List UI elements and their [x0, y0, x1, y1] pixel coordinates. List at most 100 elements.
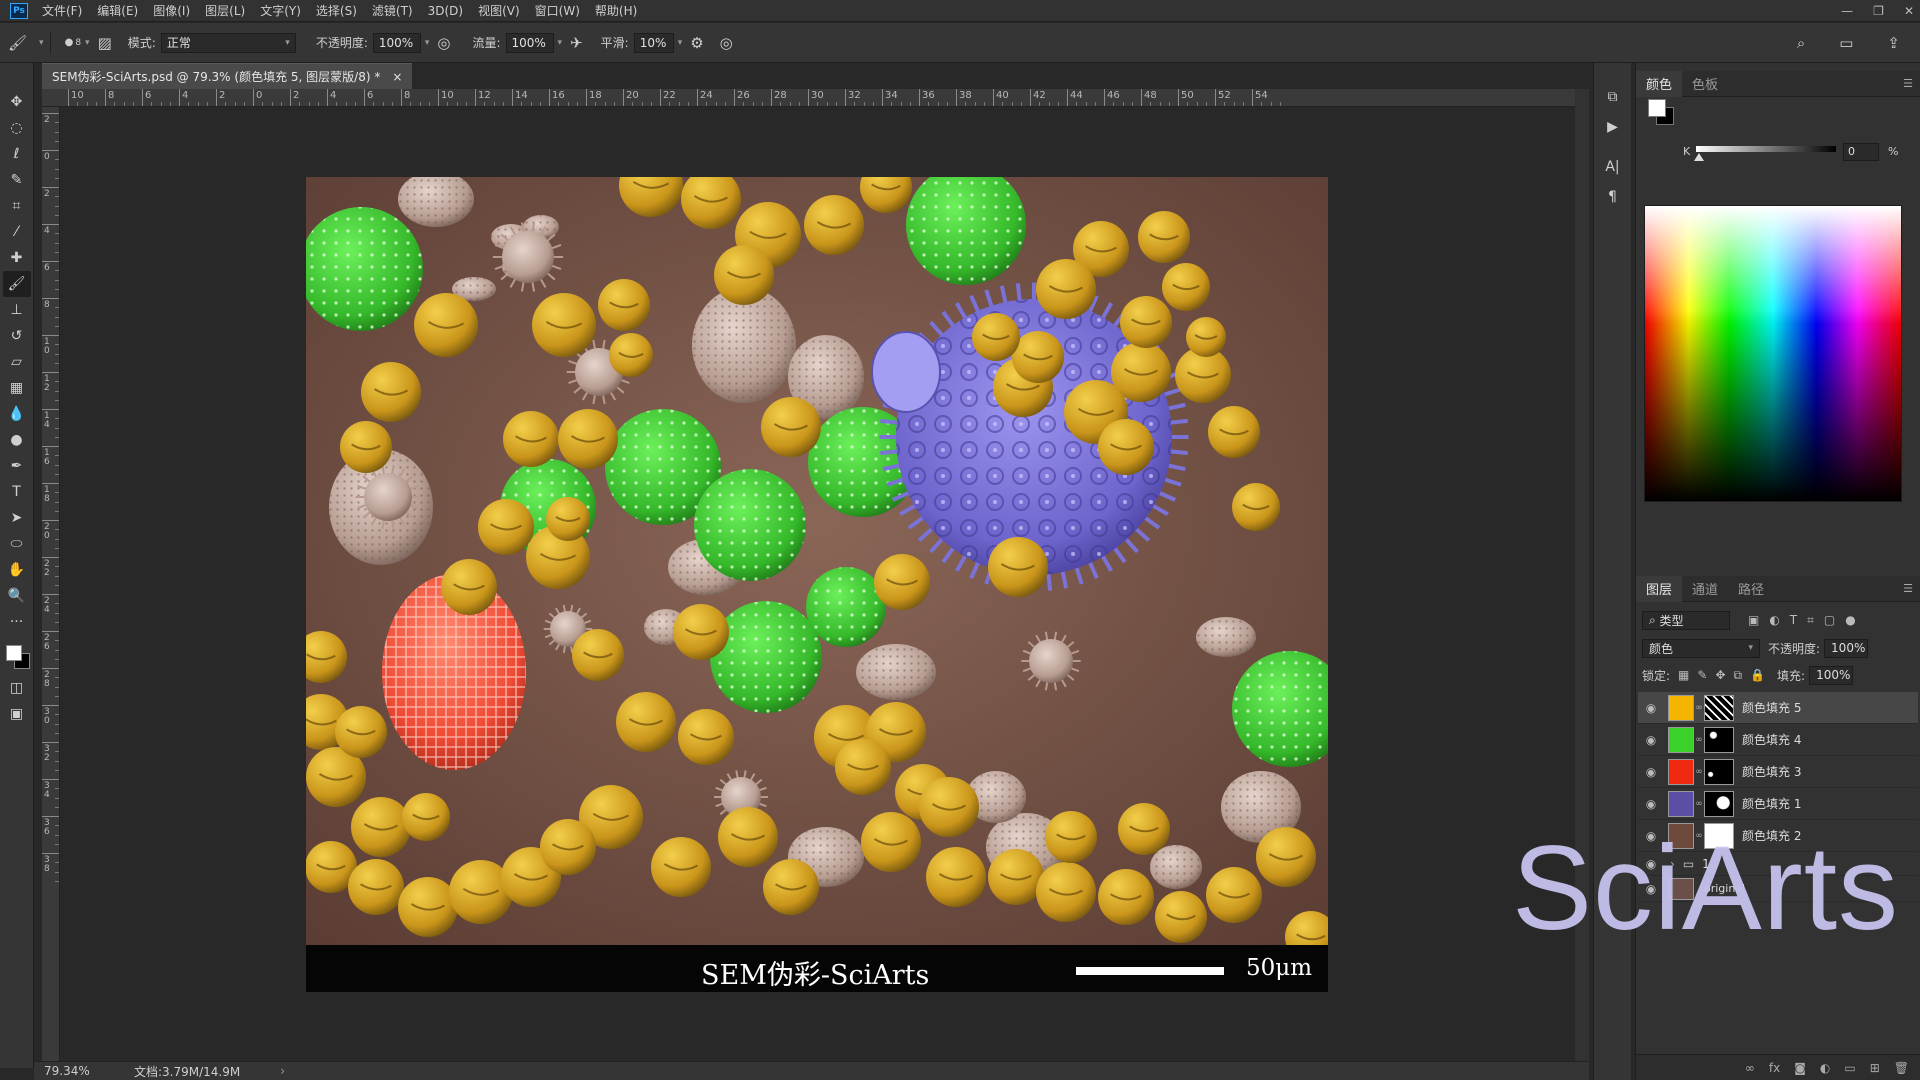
status-menu-chevron-icon[interactable]: › [280, 1064, 285, 1078]
history-panel-icon[interactable]: ⧉ [1601, 85, 1625, 109]
menu-filter[interactable]: 滤镜(T) [372, 2, 413, 19]
character-panel-icon[interactable]: A| [1601, 155, 1625, 179]
layer-color-thumbnail[interactable] [1668, 694, 1694, 721]
zoom-tool-icon[interactable]: 🔍 [3, 583, 31, 609]
layer-color-thumbnail[interactable] [1668, 758, 1694, 785]
path-select-tool-icon[interactable]: ➤ [3, 505, 31, 531]
k-slider-track[interactable] [1696, 146, 1836, 152]
quick-select-tool-icon[interactable]: ✎ [3, 167, 31, 193]
layer-row[interactable]: ◉ ∞ 颜色填充 1 [1638, 788, 1918, 820]
brush-tool-icon[interactable]: 🖌 [2, 271, 31, 297]
crop-tool-icon[interactable]: ⌗ [3, 193, 31, 219]
fill-input[interactable]: 100% [1809, 665, 1854, 685]
document-image[interactable]: SEM伪彩-SciArts 50μm [306, 177, 1328, 992]
smoothing-input[interactable]: 10% [633, 32, 674, 53]
brush-tool-icon[interactable]: 🖌 [8, 34, 27, 52]
menu-image[interactable]: 图像(I) [153, 2, 190, 19]
blur-tool-icon[interactable]: 💧 [3, 401, 31, 427]
menu-help[interactable]: 帮助(H) [595, 2, 637, 19]
more-tools-icon[interactable]: ··· [3, 609, 31, 635]
opacity-caret-icon[interactable]: ▾ [425, 38, 430, 48]
layer-mask-thumbnail[interactable] [1704, 726, 1734, 753]
layer-color-thumbnail[interactable] [1668, 790, 1694, 817]
layer-opacity-input[interactable]: 100% [1824, 638, 1869, 658]
menu-window[interactable]: 窗口(W) [535, 2, 580, 19]
menu-layer[interactable]: 图层(L) [205, 2, 245, 19]
layer-mask-thumbnail[interactable] [1704, 790, 1734, 817]
lasso-tool-icon[interactable]: ℓ [3, 141, 31, 167]
layer-name[interactable]: 颜色填充 3 [1742, 763, 1801, 780]
layer-style-fx-icon[interactable]: fx [1769, 1061, 1780, 1075]
visibility-eye-icon[interactable]: ◉ [1638, 797, 1664, 811]
history-brush-tool-icon[interactable]: ↺ [3, 323, 31, 349]
marquee-tool-icon[interactable]: ◌ [3, 115, 31, 141]
mask-link-icon[interactable]: ∞ [1694, 799, 1704, 809]
layer-name[interactable]: 颜色填充 4 [1742, 731, 1801, 748]
new-layer-icon[interactable]: ⊞ [1870, 1061, 1880, 1075]
zoom-level[interactable]: 79.34% [44, 1064, 114, 1078]
tool-preset-caret-icon[interactable]: ▾ [39, 38, 44, 48]
shape-tool-icon[interactable]: ⬭ [3, 531, 31, 557]
tab-swatches[interactable]: 色板 [1682, 71, 1728, 97]
filter-kind-icons[interactable]: ▣◐T⌗▢● [1748, 613, 1866, 628]
dodge-tool-icon[interactable]: ● [3, 427, 31, 453]
layer-row[interactable]: ◉ ∞ 颜色填充 3 [1638, 756, 1918, 788]
layer-row[interactable]: ◉ ∞ 颜色填充 5 [1638, 692, 1918, 724]
panel-foreground-swatch[interactable] [1648, 99, 1666, 117]
gradient-tool-icon[interactable]: ▦ [3, 375, 31, 401]
foreground-color-swatch[interactable] [5, 645, 22, 661]
close-tab-icon[interactable]: × [392, 70, 402, 84]
visibility-eye-icon[interactable]: ◉ [1638, 701, 1664, 715]
mask-link-icon[interactable]: ∞ [1694, 767, 1704, 777]
share-icon[interactable]: ⇪ [1887, 34, 1900, 52]
pen-tool-icon[interactable]: ✒ [3, 453, 31, 479]
vertical-ruler[interactable]: 2 0 2 4 6 8 10 12 14 16 18 20 22 24 26 28 30 32 34 36 38 [42, 107, 60, 1061]
menu-type[interactable]: 文字(Y) [260, 2, 301, 19]
visibility-eye-icon[interactable]: ◉ [1638, 733, 1664, 747]
k-value-input[interactable]: 0 [1843, 143, 1879, 161]
move-tool-icon[interactable]: ✥ [3, 89, 31, 115]
canvas-area[interactable]: SEM伪彩-SciArts 50μm [60, 107, 1575, 1061]
tab-color[interactable]: 颜色 [1636, 70, 1683, 97]
color-spectrum[interactable] [1644, 205, 1902, 502]
menu-file[interactable]: 文件(F) [42, 2, 82, 19]
document-tab[interactable]: SEM伪彩-SciArts.psd @ 79.3% (颜色填充 5, 图层蒙版/… [42, 63, 413, 89]
horizontal-ruler[interactable]: 10 8 6 4 2 0 2 4 6 8 10 12 14 16 18 20 22 24 26 28 30 32 34 36 3… [42, 89, 1575, 107]
actions-play-icon[interactable]: ▶ [1601, 115, 1625, 139]
hand-tool-icon[interactable]: ✋ [3, 557, 31, 583]
clone-stamp-tool-icon[interactable]: ⊥ [3, 297, 31, 323]
lock-icons[interactable]: ▦✎✥⧉🔒 [1678, 668, 1773, 683]
menu-edit[interactable]: 编辑(E) [97, 2, 138, 19]
restore-icon[interactable]: ❐ [1873, 4, 1884, 18]
pressure-size-icon[interactable]: ◎ [720, 34, 733, 52]
screen-mode-icon[interactable]: ▣ [3, 701, 31, 727]
layer-name[interactable]: 颜色填充 5 [1742, 699, 1801, 716]
k-slider-thumb[interactable] [1694, 153, 1704, 161]
color-swatches[interactable] [2, 641, 32, 675]
brush-picker-caret-icon[interactable]: ▾ [85, 38, 90, 48]
eraser-tool-icon[interactable]: ▱ [3, 349, 31, 375]
type-tool-icon[interactable]: T [3, 479, 31, 505]
layers-panel-menu-icon[interactable]: ☰ [1903, 582, 1913, 595]
layer-color-thumbnail[interactable] [1668, 726, 1694, 753]
smoothing-caret-icon[interactable]: ▾ [678, 38, 683, 48]
visibility-eye-icon[interactable]: ◉ [1638, 765, 1664, 779]
mask-link-icon[interactable]: ∞ [1694, 703, 1704, 713]
delete-layer-trash-icon[interactable]: 🗑 [1894, 1061, 1909, 1075]
minimize-icon[interactable]: — [1841, 4, 1853, 18]
tab-channels[interactable]: 通道 [1682, 576, 1728, 602]
blend-mode-select[interactable]: 颜色 ▾ [1642, 638, 1760, 658]
workspace-icon[interactable]: ▭ [1839, 34, 1853, 52]
layer-filter-select[interactable]: ⌕ 类型 [1642, 610, 1730, 630]
mode-select[interactable]: 正常 ▾ [160, 32, 296, 53]
panel-menu-icon[interactable]: ☰ [1903, 77, 1913, 90]
layer-mask-thumbnail[interactable] [1704, 758, 1734, 785]
search-icon[interactable]: ⌕ [1797, 34, 1805, 52]
link-layers-icon[interactable]: ∞ [1745, 1061, 1755, 1075]
flow-input[interactable]: 100% [505, 32, 554, 53]
adjustment-layer-icon[interactable]: ◐ [1820, 1061, 1830, 1075]
smoothing-settings-gear-icon[interactable]: ⚙ [690, 34, 703, 52]
mask-link-icon[interactable]: ∞ [1694, 735, 1704, 745]
paragraph-panel-icon[interactable]: ¶ [1601, 185, 1625, 209]
opacity-input[interactable]: 100% [372, 32, 421, 53]
